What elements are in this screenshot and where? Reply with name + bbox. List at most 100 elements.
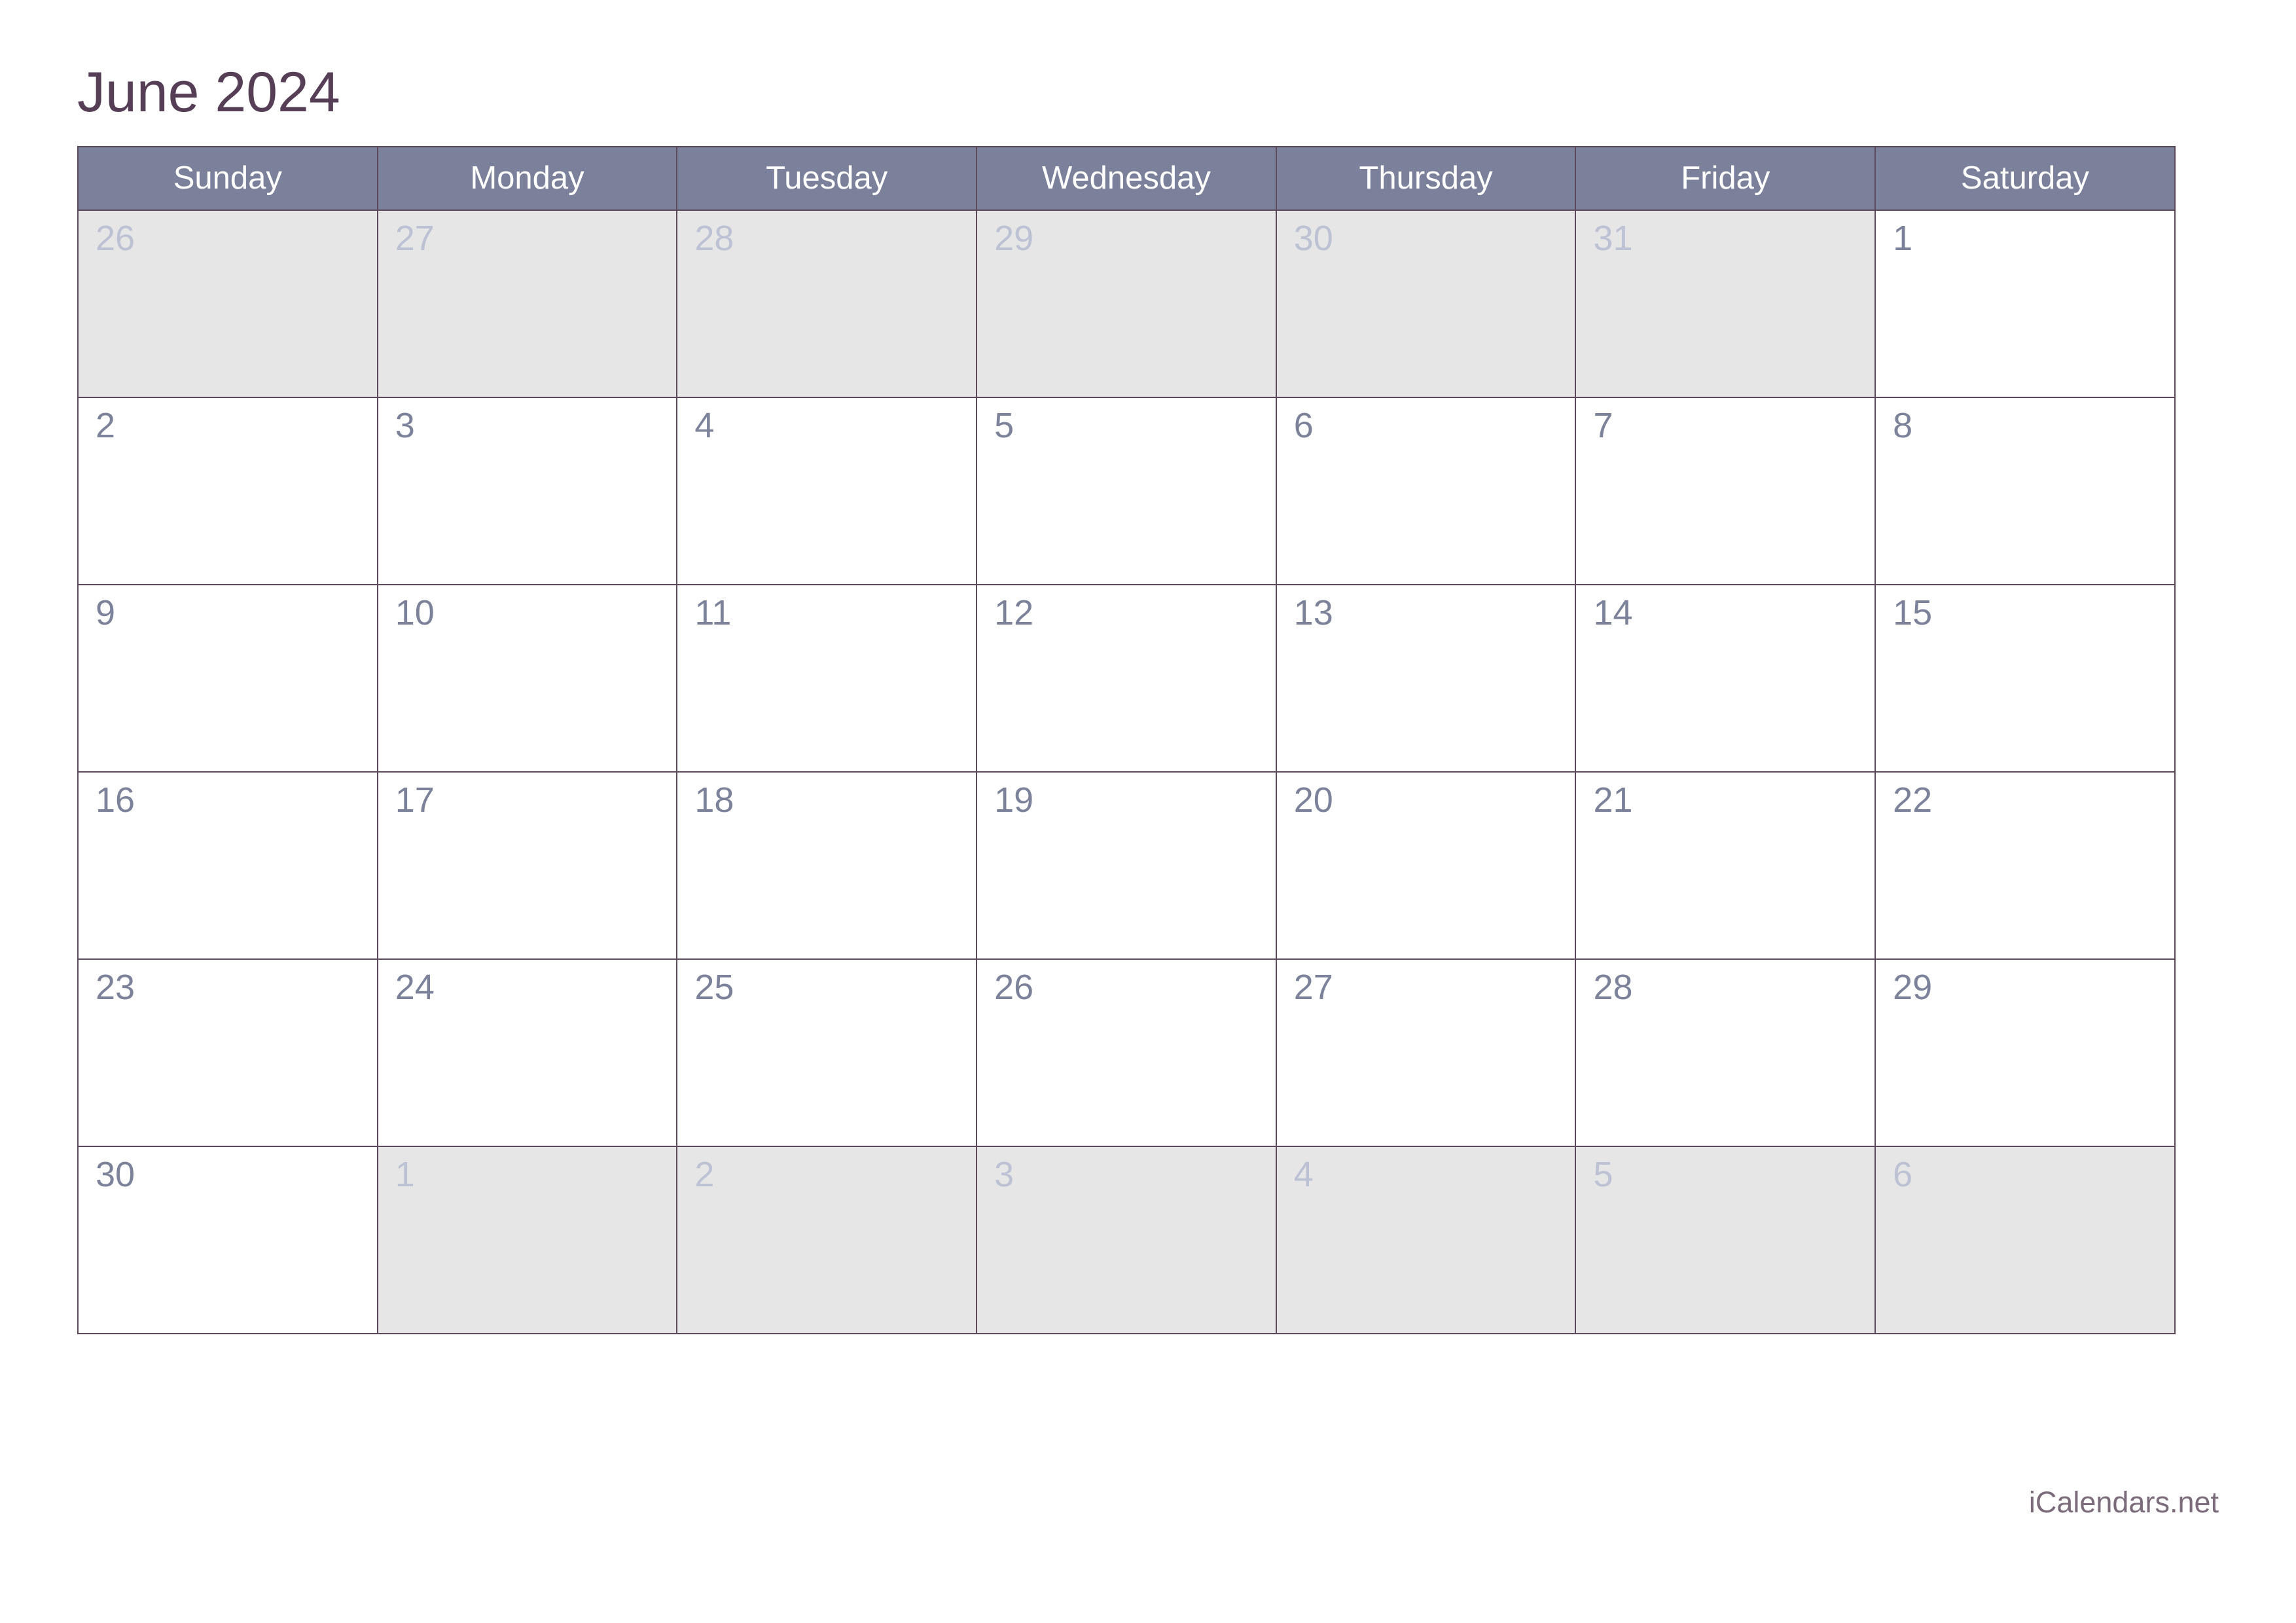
weekday-header-row: Sunday Monday Tuesday Wednesday Thursday… [77, 146, 2176, 211]
calendar-week-row: 9 10 11 12 13 14 15 [77, 584, 2176, 773]
day-cell[interactable]: 22 [1874, 771, 2176, 960]
day-cell-adjacent-month[interactable]: 30 [1275, 210, 1577, 398]
day-number: 5 [1593, 1155, 1613, 1194]
calendar-page: June 2024 Sunday Monday Tuesday Wednesda… [0, 0, 2296, 1623]
day-cell[interactable]: 17 [376, 771, 678, 960]
calendar-week-row: 23 24 25 26 27 28 29 [77, 958, 2176, 1147]
day-number: 4 [694, 406, 715, 445]
weekday-header-tuesday: Tuesday [676, 146, 978, 211]
day-cell[interactable]: 12 [976, 584, 1277, 773]
day-number: 8 [1893, 406, 1913, 445]
day-number: 4 [1293, 1155, 1314, 1194]
day-cell[interactable]: 13 [1275, 584, 1577, 773]
day-cell[interactable]: 15 [1874, 584, 2176, 773]
calendar-week-row: 2 3 4 5 6 7 8 [77, 397, 2176, 585]
day-cell[interactable]: 27 [1275, 958, 1577, 1147]
day-cell-adjacent-month[interactable]: 27 [376, 210, 678, 398]
weekday-header-wednesday: Wednesday [976, 146, 1277, 211]
day-number: 1 [1893, 219, 1913, 258]
calendar-week-row: 30 1 2 3 4 5 6 [77, 1146, 2176, 1334]
day-number: 20 [1293, 780, 1333, 820]
day-cell[interactable]: 18 [676, 771, 978, 960]
day-cell-adjacent-month[interactable]: 31 [1575, 210, 1876, 398]
day-cell[interactable]: 5 [976, 397, 1277, 585]
day-number: 10 [395, 593, 435, 632]
day-number: 27 [395, 219, 435, 258]
calendar-week-row: 16 17 18 19 20 21 22 [77, 771, 2176, 960]
day-number: 15 [1893, 593, 1933, 632]
day-cell[interactable]: 4 [676, 397, 978, 585]
day-number: 29 [1893, 968, 1933, 1007]
day-cell[interactable]: 7 [1575, 397, 1876, 585]
day-cell[interactable]: 29 [1874, 958, 2176, 1147]
day-number: 1 [395, 1155, 415, 1194]
month-calendar-grid: Sunday Monday Tuesday Wednesday Thursday… [77, 146, 2176, 1334]
day-number: 29 [994, 219, 1034, 258]
day-cell[interactable]: 20 [1275, 771, 1577, 960]
weekday-header-saturday: Saturday [1874, 146, 2176, 211]
day-cell-adjacent-month[interactable]: 4 [1275, 1146, 1577, 1334]
calendar-week-row: 26 27 28 29 30 31 1 [77, 210, 2176, 398]
weekday-header-thursday: Thursday [1275, 146, 1577, 211]
day-number: 30 [96, 1155, 135, 1194]
day-number: 25 [694, 968, 734, 1007]
day-number: 14 [1593, 593, 1633, 632]
day-cell[interactable]: 19 [976, 771, 1277, 960]
day-cell-adjacent-month[interactable]: 2 [676, 1146, 978, 1334]
day-cell-adjacent-month[interactable]: 6 [1874, 1146, 2176, 1334]
day-cell[interactable]: 1 [1874, 210, 2176, 398]
day-number: 18 [694, 780, 734, 820]
day-cell[interactable]: 11 [676, 584, 978, 773]
day-cell[interactable]: 9 [77, 584, 378, 773]
day-number: 31 [1593, 219, 1633, 258]
calendar-body: 26 27 28 29 30 31 1 2 3 4 5 6 7 8 9 10 11 12 13 14 15 16 17 18 1… [77, 210, 2176, 1334]
footer-credit: iCalendars.net [2028, 1486, 2219, 1519]
day-number: 12 [994, 593, 1034, 632]
day-number: 17 [395, 780, 435, 820]
day-number: 3 [994, 1155, 1014, 1194]
day-cell[interactable]: 23 [77, 958, 378, 1147]
day-cell[interactable]: 3 [376, 397, 678, 585]
day-number: 2 [96, 406, 116, 445]
weekday-header-monday: Monday [376, 146, 678, 211]
day-number: 27 [1293, 968, 1333, 1007]
day-cell-adjacent-month[interactable]: 26 [77, 210, 378, 398]
day-cell[interactable]: 26 [976, 958, 1277, 1147]
weekday-header-sunday: Sunday [77, 146, 378, 211]
day-cell[interactable]: 21 [1575, 771, 1876, 960]
day-cell[interactable]: 14 [1575, 584, 1876, 773]
day-number: 6 [1893, 1155, 1913, 1194]
day-cell[interactable]: 8 [1874, 397, 2176, 585]
day-number: 21 [1593, 780, 1633, 820]
weekday-header-friday: Friday [1575, 146, 1876, 211]
day-number: 28 [1593, 968, 1633, 1007]
day-number: 23 [96, 968, 135, 1007]
day-cell-adjacent-month[interactable]: 5 [1575, 1146, 1876, 1334]
day-cell[interactable]: 24 [376, 958, 678, 1147]
day-number: 16 [96, 780, 135, 820]
day-number: 3 [395, 406, 415, 445]
day-number: 26 [994, 968, 1034, 1007]
day-number: 6 [1293, 406, 1314, 445]
day-number: 13 [1293, 593, 1333, 632]
day-number: 28 [694, 219, 734, 258]
day-cell[interactable]: 28 [1575, 958, 1876, 1147]
day-number: 26 [96, 219, 135, 258]
day-number: 7 [1593, 406, 1613, 445]
day-cell[interactable]: 6 [1275, 397, 1577, 585]
day-cell-adjacent-month[interactable]: 28 [676, 210, 978, 398]
day-cell-adjacent-month[interactable]: 3 [976, 1146, 1277, 1334]
day-number: 19 [994, 780, 1034, 820]
day-cell[interactable]: 10 [376, 584, 678, 773]
day-cell[interactable]: 30 [77, 1146, 378, 1334]
day-number: 22 [1893, 780, 1933, 820]
day-cell[interactable]: 2 [77, 397, 378, 585]
day-cell[interactable]: 16 [77, 771, 378, 960]
day-number: 11 [694, 593, 732, 632]
day-cell-adjacent-month[interactable]: 29 [976, 210, 1277, 398]
day-cell-adjacent-month[interactable]: 1 [376, 1146, 678, 1334]
day-number: 9 [96, 593, 116, 632]
day-cell[interactable]: 25 [676, 958, 978, 1147]
page-title: June 2024 [77, 61, 340, 124]
day-number: 2 [694, 1155, 715, 1194]
